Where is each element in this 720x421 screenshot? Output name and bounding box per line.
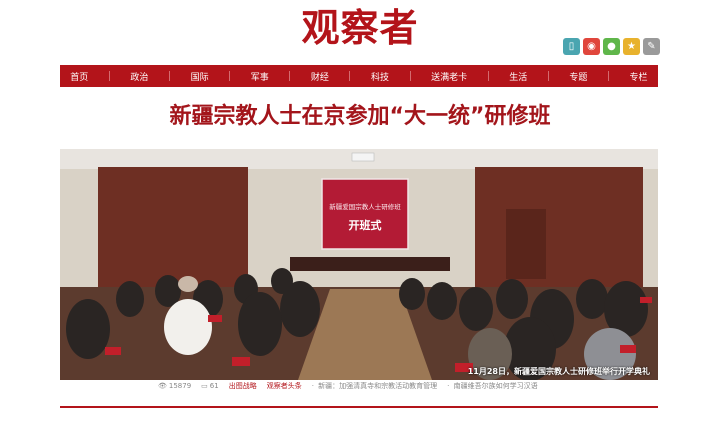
related-link-text: 南疆维吾尔族如何学习汉语 xyxy=(453,382,538,390)
related-link[interactable]: · 南疆维吾尔族如何学习汉语 xyxy=(447,381,537,391)
tag-link[interactable]: 观察者头条 xyxy=(267,381,302,391)
meeting-scene-illustration: 新疆爱国宗教人士研修班 开班式 xyxy=(60,149,658,380)
comment-count[interactable]: ▭ 61 xyxy=(201,382,219,390)
nav-divider xyxy=(169,71,170,81)
weibo-icon[interactable]: ◉ xyxy=(583,38,600,55)
nav-item-international[interactable]: 国际 xyxy=(191,70,209,83)
banner-subtitle: 新疆爱国宗教人士研修班 xyxy=(329,202,401,211)
eye-icon: 👁 xyxy=(158,382,167,390)
nav-divider xyxy=(487,71,489,81)
nav-item-finance[interactable]: 财经 xyxy=(311,70,329,83)
nav-item-politics[interactable]: 政治 xyxy=(130,70,148,83)
nav-item-topics[interactable]: 专题 xyxy=(569,70,587,83)
wechat-icon[interactable]: ● xyxy=(603,38,620,55)
article-headline: 新疆宗教人士在京参加“大一统”研修班 xyxy=(169,104,551,129)
comment-icon: ▭ xyxy=(201,382,208,390)
nav-item-columns[interactable]: 专栏 xyxy=(630,70,648,83)
nav-divider xyxy=(229,71,231,81)
nav-item-card[interactable]: 送满老卡 xyxy=(431,70,467,83)
settings-icon[interactable]: ✎ xyxy=(643,38,660,55)
main-nav: 首页 政治 国际 军事 财经 科技 送满老卡 生活 专题 专栏 xyxy=(60,65,658,87)
photo-caption: 11月28日，新疆爱国宗教人士研修班举行开学典礼 xyxy=(467,367,650,376)
mobile-icon[interactable]: ▯ xyxy=(563,38,580,55)
nav-item-military[interactable]: 军事 xyxy=(251,70,269,83)
nav-divider xyxy=(547,71,549,81)
comment-count-value: 61 xyxy=(209,382,219,390)
nav-divider xyxy=(349,71,351,81)
nav-divider xyxy=(607,71,609,81)
view-count-value: 15879 xyxy=(168,382,192,390)
section-divider xyxy=(60,406,658,408)
related-link-text: 新疆：加强清真寺和宗教活动教育管理 xyxy=(318,382,438,390)
nav-item-life[interactable]: 生活 xyxy=(509,70,527,83)
favorite-star-icon[interactable]: ★ xyxy=(623,38,640,55)
view-count: 👁 15879 xyxy=(158,382,191,390)
nav-divider xyxy=(289,71,291,81)
nav-divider xyxy=(409,71,411,81)
social-toolbar: ▯ ◉ ● ★ ✎ xyxy=(563,38,660,55)
related-link[interactable]: · 新疆：加强清真寺和宗教活动教育管理 xyxy=(312,381,437,391)
article-meta: 👁 15879 ▭ 61 出图战略 观察者头条 · 新疆：加强清真寺和宗教活动教… xyxy=(158,381,548,391)
source-link[interactable]: 出图战略 xyxy=(229,381,257,391)
nav-divider xyxy=(108,71,110,81)
article-photo[interactable]: 新疆爱国宗教人士研修班 开班式 11月28日，新疆爱国宗教人士研修班举行开学典礼 xyxy=(60,149,658,380)
nav-item-tech[interactable]: 科技 xyxy=(371,70,389,83)
nav-item-home[interactable]: 首页 xyxy=(70,70,88,83)
banner-title: 开班式 xyxy=(349,218,382,232)
